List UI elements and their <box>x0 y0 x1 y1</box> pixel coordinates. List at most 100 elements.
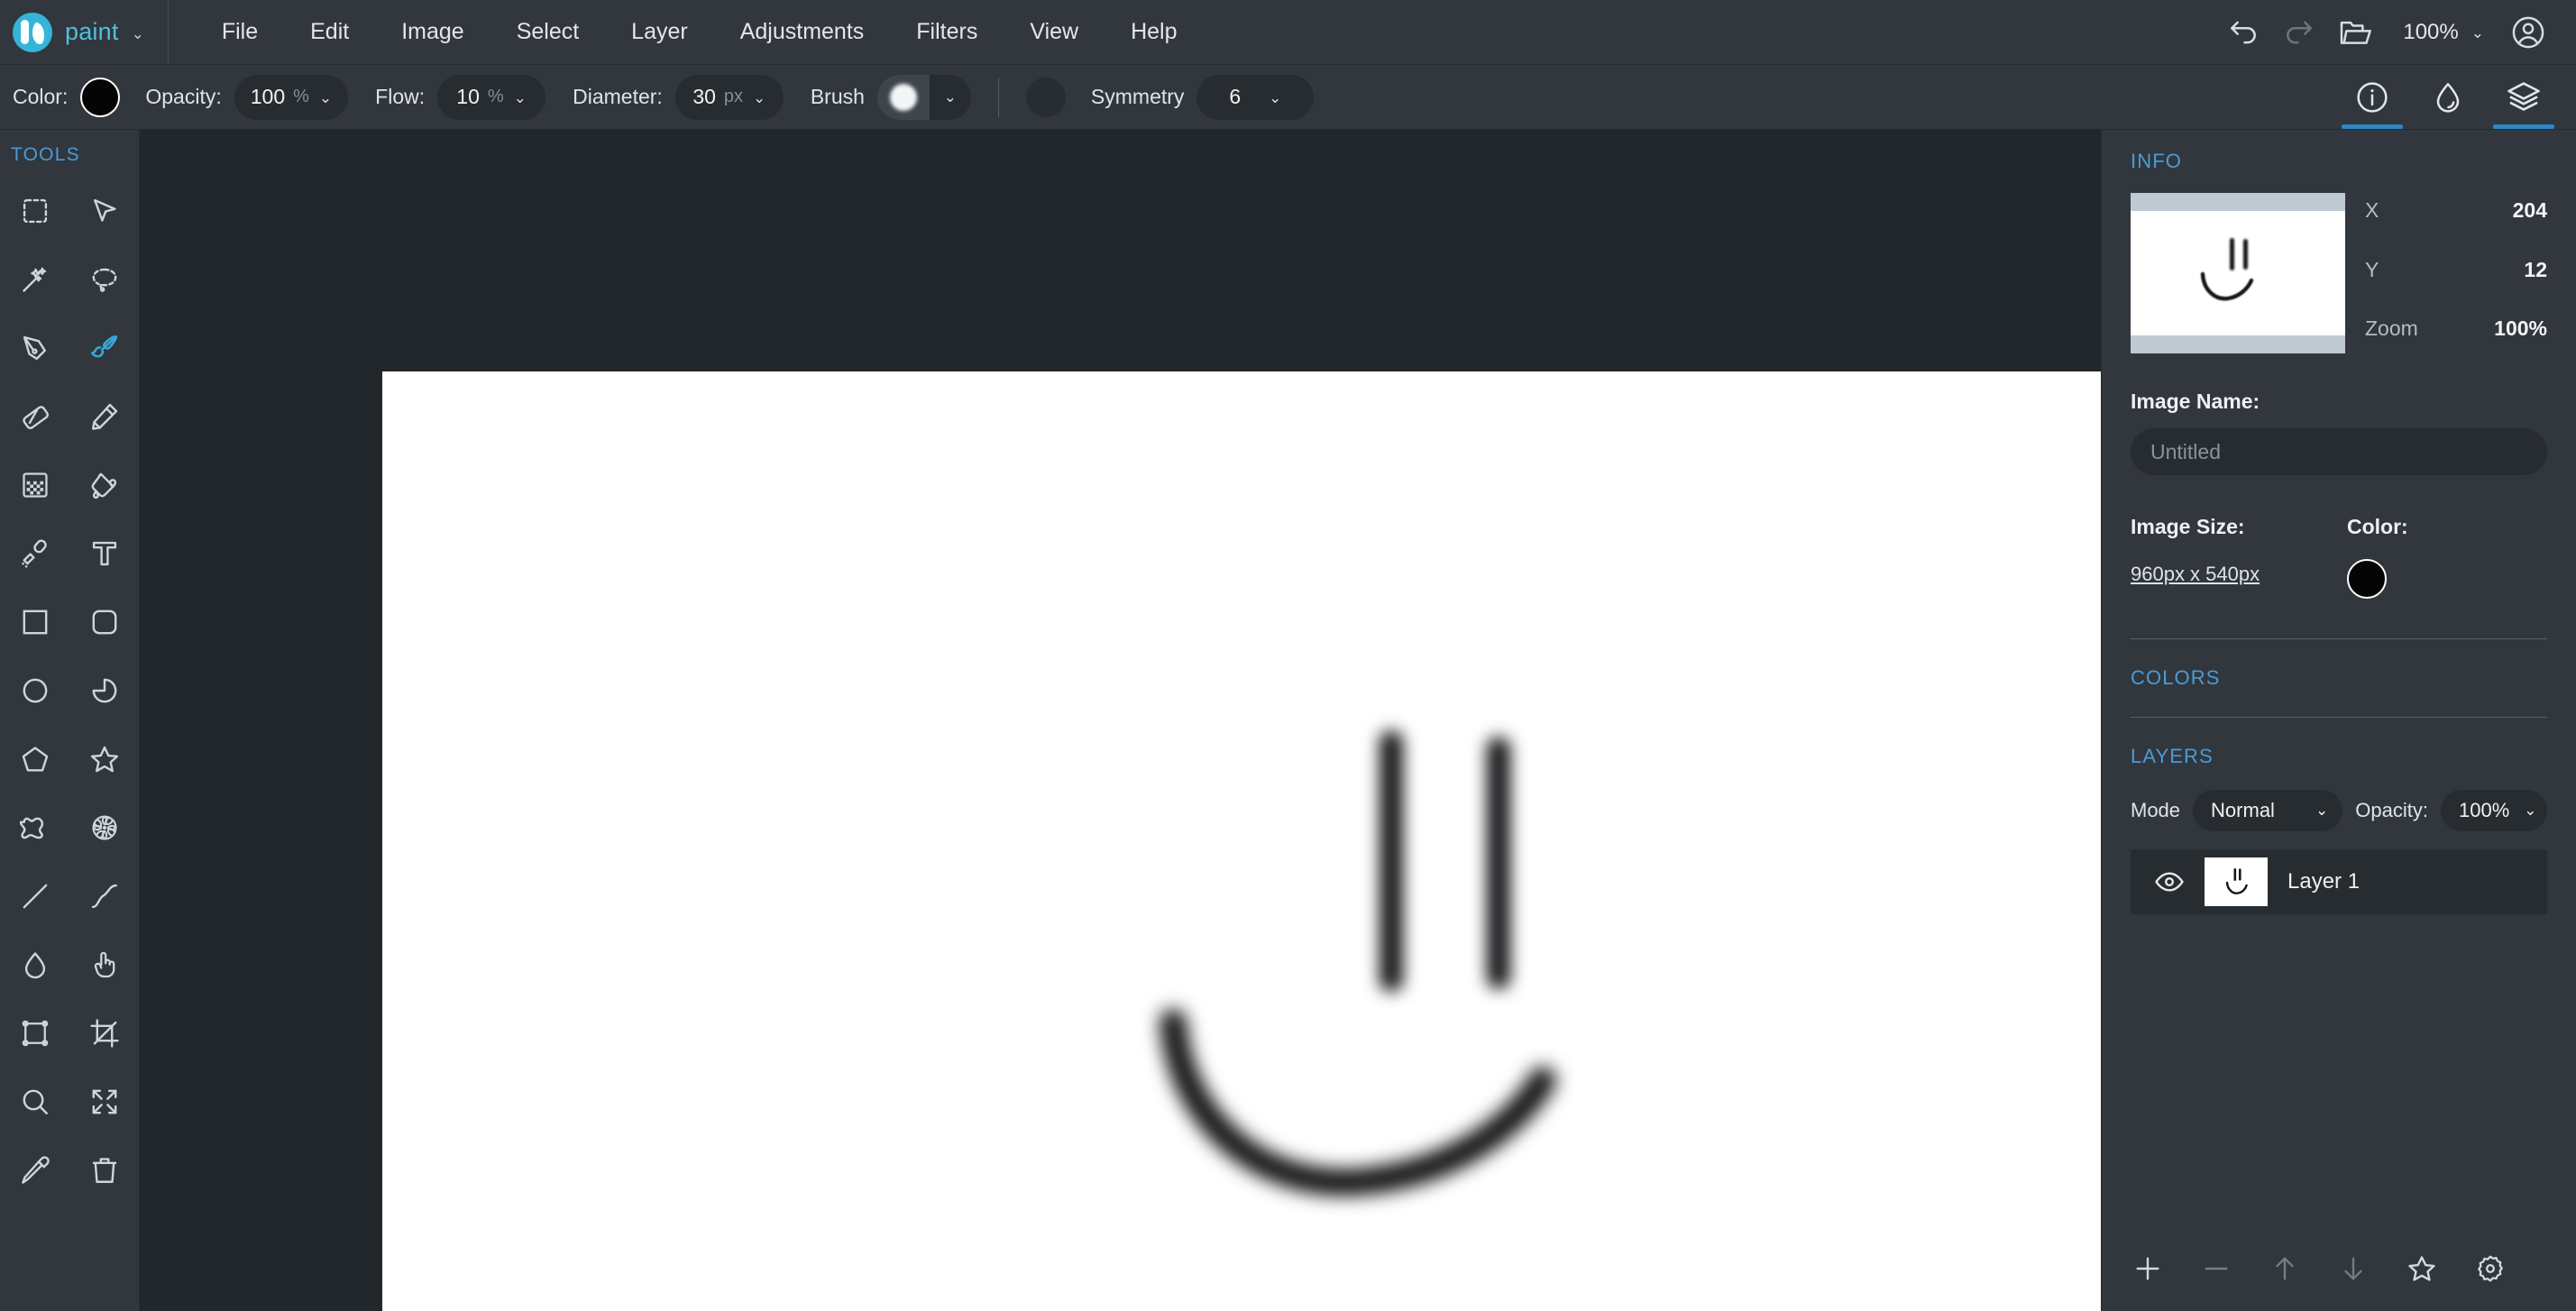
thumbnail-stroke <box>2200 271 2254 301</box>
diameter-unit: px <box>723 87 744 106</box>
tool-eraser[interactable] <box>0 382 69 451</box>
tab-active-underline <box>2493 124 2554 129</box>
tool-lasso-select[interactable] <box>69 245 139 314</box>
menu-item-view[interactable]: View <box>1004 0 1105 64</box>
flow-unit: % <box>487 87 504 106</box>
eye-icon[interactable] <box>2154 866 2185 897</box>
image-size-row: Image Size: 960px x 540px Color: <box>2131 515 2547 599</box>
tool-pencil[interactable] <box>69 382 139 451</box>
diameter-value: 30 <box>692 85 716 108</box>
info-row-x: X 204 <box>2365 198 2547 223</box>
tool-clone-stamp[interactable] <box>0 519 69 588</box>
user-account-icon[interactable] <box>2500 5 2556 60</box>
image-size-label: Image Size: <box>2131 515 2245 538</box>
soft-round-brush-icon <box>876 74 930 120</box>
chevron-down-icon[interactable]: ⌄ <box>132 25 144 43</box>
tool-polygon[interactable] <box>0 725 69 793</box>
tool-flower[interactable] <box>69 793 139 862</box>
foreground-color-swatch[interactable] <box>80 77 121 117</box>
drawing-canvas[interactable] <box>382 371 2101 1311</box>
brush-label: Brush <box>810 85 865 108</box>
tool-star[interactable] <box>69 725 139 793</box>
menu-bar: paint ⌄ File Edit Image Select Layer Adj… <box>0 0 2576 65</box>
image-size-link[interactable]: 960px x 540px <box>2131 563 2260 586</box>
tool-blur-drop[interactable] <box>0 931 69 999</box>
tool-crop[interactable] <box>69 999 139 1068</box>
color-label: Color: <box>13 85 69 108</box>
tool-rectangle[interactable] <box>0 588 69 656</box>
tool-paintbrush[interactable] <box>69 314 139 382</box>
flow-selector[interactable]: 10 % ⌄ <box>437 74 546 120</box>
tool-blob[interactable] <box>0 793 69 862</box>
tool-fit-screen[interactable] <box>69 1068 139 1136</box>
info-row-zoom: Zoom 100% <box>2365 316 2547 341</box>
tool-pattern[interactable] <box>0 451 69 519</box>
menu-item-layer[interactable]: Layer <box>605 0 714 64</box>
tool-rectangular-marquee[interactable] <box>0 177 69 245</box>
info-row-y: Y 12 <box>2365 258 2547 282</box>
menu-item-select[interactable]: Select <box>490 0 605 64</box>
tool-ellipse[interactable] <box>0 656 69 725</box>
menu-item-edit[interactable]: Edit <box>284 0 375 64</box>
tool-line[interactable] <box>0 862 69 931</box>
tool-color-picker[interactable] <box>0 1136 69 1205</box>
layer-mode-selector[interactable]: Normal ⌄ <box>2193 790 2343 831</box>
menu-item-adjustments[interactable]: Adjustments <box>714 0 891 64</box>
zoom-level-selector[interactable]: 100% ⌄ <box>2383 20 2500 45</box>
tab-colors[interactable] <box>2410 65 2486 129</box>
divider <box>2131 717 2547 718</box>
symmetry-toggle[interactable] <box>1025 77 1066 117</box>
tool-zoom[interactable] <box>0 1068 69 1136</box>
symmetry-label: Symmetry <box>1090 85 1185 108</box>
layer-list-item[interactable]: Layer 1 <box>2131 849 2547 914</box>
divider <box>2131 638 2547 639</box>
star-icon[interactable] <box>2405 1251 2439 1286</box>
tool-magic-wand[interactable] <box>0 245 69 314</box>
gear-icon[interactable] <box>2473 1251 2507 1286</box>
layer-actions-toolbar <box>2131 1251 2547 1286</box>
chevron-down-icon: ⌄ <box>1269 88 1282 106</box>
panel-color-swatch[interactable] <box>2347 559 2387 599</box>
plus-icon[interactable] <box>2131 1251 2165 1286</box>
opacity-label: Opacity: <box>145 85 222 108</box>
tool-text[interactable] <box>69 519 139 588</box>
menu-item-image[interactable]: Image <box>375 0 490 64</box>
brush-selector[interactable]: ⌄ <box>876 74 971 120</box>
menu-item-filters[interactable]: Filters <box>890 0 1004 64</box>
tool-move-select[interactable] <box>69 177 139 245</box>
info-key: Y <box>2365 257 2379 281</box>
info-summary-row: X 204 Y 12 Zoom 100% <box>2131 193 2547 353</box>
arrow-down-icon[interactable] <box>2336 1251 2370 1286</box>
info-values: X 204 Y 12 Zoom 100% <box>2365 193 2547 353</box>
app-brand[interactable]: paint ⌄ <box>0 0 168 64</box>
tool-pen[interactable] <box>0 314 69 382</box>
tool-paint-bucket[interactable] <box>69 451 139 519</box>
undo-icon[interactable] <box>2215 5 2271 60</box>
diameter-selector[interactable]: 30 px ⌄ <box>674 74 784 120</box>
arrow-up-icon[interactable] <box>2268 1251 2302 1286</box>
tool-curve[interactable] <box>69 862 139 931</box>
tools-title: TOOLS <box>11 144 80 165</box>
tool-delete[interactable] <box>69 1136 139 1205</box>
opacity-selector[interactable]: 100 % ⌄ <box>234 74 349 120</box>
symmetry-count-selector[interactable]: 6 ⌄ <box>1196 74 1315 120</box>
image-name-input[interactable] <box>2131 428 2547 475</box>
tool-pie[interactable] <box>69 656 139 725</box>
thumbnail-stroke <box>2230 238 2234 270</box>
layer-opacity-selector[interactable]: 100% ⌄ <box>2441 790 2547 831</box>
thumbnail-stroke <box>2243 239 2248 270</box>
workspace: TOOLS INFO X 204 Y 12 Zoom 100% Image Na… <box>0 130 2576 1311</box>
tool-rounded-rectangle[interactable] <box>69 588 139 656</box>
tab-layers[interactable] <box>2486 65 2562 129</box>
flow-label: Flow: <box>375 85 426 108</box>
tool-smudge-hand[interactable] <box>69 931 139 999</box>
menu-item-file[interactable]: File <box>196 0 284 64</box>
canvas-area[interactable] <box>140 130 2101 1311</box>
redo-icon[interactable] <box>2271 5 2327 60</box>
tool-transform[interactable] <box>0 999 69 1068</box>
menu-item-help[interactable]: Help <box>1105 0 1203 64</box>
tab-info[interactable] <box>2334 65 2410 129</box>
drawing-stroke-right-eye <box>1487 737 1510 989</box>
minus-icon[interactable] <box>2199 1251 2233 1286</box>
folder-open-icon[interactable] <box>2327 5 2383 60</box>
